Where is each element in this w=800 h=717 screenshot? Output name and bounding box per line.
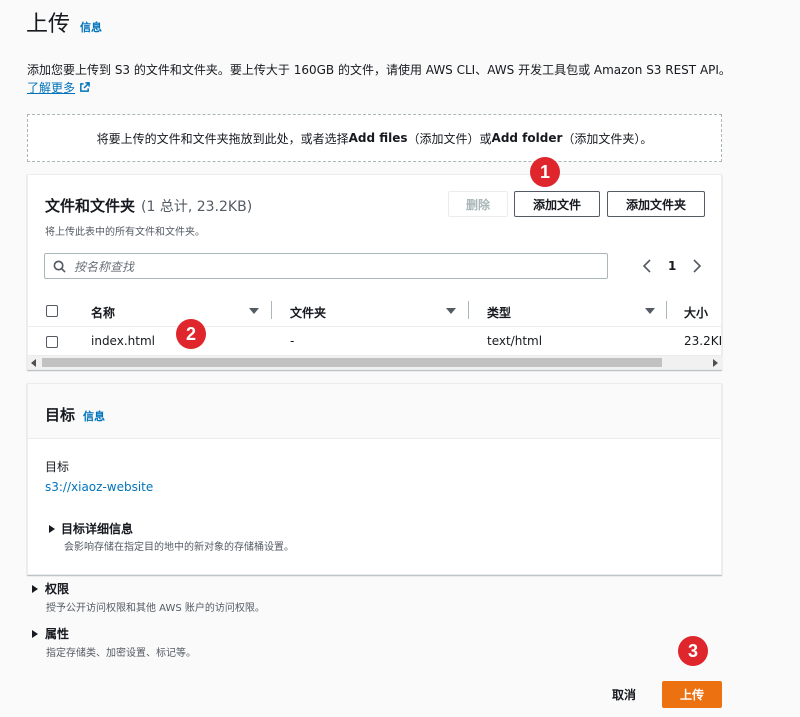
files-panel-subtitle: 将上传此表中的所有文件和文件夹。 [45, 227, 205, 238]
drop-zone-text-suffix: （添加文件夹）。 [562, 131, 653, 146]
horizontal-scrollbar[interactable] [28, 355, 723, 369]
scroll-left-icon[interactable] [31, 359, 37, 367]
search-placeholder: 按名称查找 [74, 259, 135, 274]
page-number[interactable]: 1 [668, 259, 676, 273]
pagination: 1 [642, 259, 702, 273]
add-files-button[interactable]: 添加文件 [514, 191, 600, 217]
properties-desc: 指定存储类、加密设置、标记等。 [46, 648, 196, 659]
permissions-title[interactable]: 权限 [45, 580, 69, 597]
column-name[interactable]: 名称 [91, 304, 115, 321]
drop-zone-text-mid: （添加文件）或 [407, 131, 492, 146]
destination-details-desc: 会影响存储在指定目的地中的新对象的存储桶设置。 [64, 542, 294, 553]
destination-details-toggle[interactable]: 目标详细信息 [49, 520, 133, 537]
annotation-badge-1: 1 [530, 157, 560, 187]
annotation-badge-3: 3 [678, 636, 708, 666]
select-all-checkbox[interactable] [46, 305, 58, 317]
destination-title: 目标 [45, 406, 76, 424]
search-icon [53, 260, 66, 273]
learn-more-link[interactable]: 了解更多 [27, 79, 90, 96]
files-panel-title: 文件和文件夹 [45, 197, 136, 215]
caret-right-icon [32, 629, 38, 638]
add-folder-button[interactable]: 添加文件夹 [607, 191, 705, 217]
destination-heading: 目标 信息 [45, 404, 105, 425]
chevron-left-icon[interactable] [642, 259, 652, 273]
scrollbar-thumb[interactable] [42, 358, 662, 367]
cell-type: text/html [487, 334, 543, 348]
page-header: 上传 信息 [26, 6, 102, 38]
caret-right-icon [32, 584, 38, 593]
properties-toggle[interactable]: 属性 [32, 625, 69, 642]
table-header: 名称 文件夹 类型 大小 [28, 293, 721, 327]
column-divider[interactable] [271, 301, 272, 319]
search-input[interactable]: 按名称查找 [44, 253, 608, 279]
cell-size: 23.2KB [684, 334, 721, 348]
page-title: 上传 [26, 12, 71, 37]
sort-icon[interactable] [446, 308, 456, 314]
properties-title[interactable]: 属性 [45, 625, 69, 642]
delete-button[interactable]: 删除 [448, 191, 508, 217]
annotation-badge-2: 2 [176, 319, 206, 349]
destination-info-link[interactable]: 信息 [83, 408, 105, 424]
drop-zone[interactable]: 将要上传的文件和文件夹拖放到此处，或者选择 Add files （添加文件）或 … [27, 114, 722, 162]
sort-icon[interactable] [645, 308, 655, 314]
files-panel-heading: 文件和文件夹 (1 总计, 23.2KB) [45, 195, 252, 216]
drop-zone-add-files: Add files [348, 131, 408, 145]
caret-right-icon [49, 524, 55, 533]
sort-icon[interactable] [249, 308, 259, 314]
row-checkbox[interactable] [46, 336, 58, 348]
column-size[interactable]: 大小 [684, 304, 708, 321]
external-link-icon [80, 82, 90, 92]
cell-folder: - [290, 334, 295, 348]
chevron-right-icon[interactable] [692, 259, 702, 273]
permissions-desc: 授予公开访问权限和其他 AWS 账户的访问权限。 [46, 603, 265, 614]
destination-header: 目标 信息 [28, 384, 721, 439]
cell-name: index.html [91, 334, 155, 348]
column-divider[interactable] [666, 301, 667, 319]
upload-button[interactable]: 上传 [662, 681, 722, 708]
destination-details-title[interactable]: 目标详细信息 [61, 520, 133, 537]
destination-panel: 目标 信息 目标 s3://xiaoz-website 目标详细信息 会影响存储… [27, 383, 722, 575]
permissions-toggle[interactable]: 权限 [32, 580, 69, 597]
column-divider[interactable] [468, 301, 469, 319]
files-panel: 文件和文件夹 (1 总计, 23.2KB) 将上传此表中的所有文件和文件夹。 删… [27, 174, 723, 370]
cancel-button[interactable]: 取消 [612, 686, 636, 703]
files-count: (1 总计, 23.2KB) [141, 199, 253, 215]
column-folder[interactable]: 文件夹 [290, 304, 326, 321]
page-description: 添加您要上传到 S3 的文件和文件夹。要上传大于 160GB 的文件，请使用 A… [27, 63, 731, 77]
scroll-right-icon[interactable] [712, 359, 718, 367]
info-link[interactable]: 信息 [80, 19, 102, 35]
drop-zone-add-folder: Add folder [491, 131, 563, 145]
table-row: index.html - text/html 23.2KB [28, 328, 721, 354]
destination-label: 目标 [45, 460, 70, 474]
learn-more-text[interactable]: 了解更多 [27, 79, 75, 96]
drop-zone-text-prefix: 将要上传的文件和文件夹拖放到此处，或者选择 [96, 131, 349, 146]
column-type[interactable]: 类型 [487, 304, 511, 321]
destination-value[interactable]: s3://xiaoz-website [45, 480, 153, 494]
